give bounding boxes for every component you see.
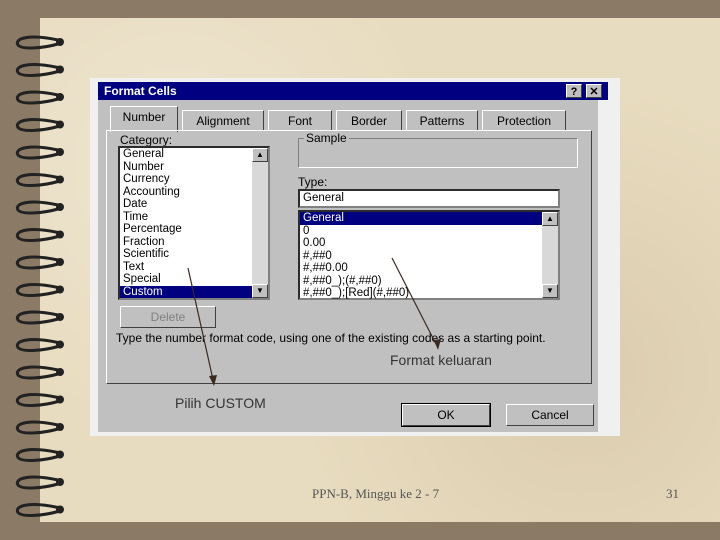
page-number: 31 xyxy=(666,486,679,501)
tab-patterns[interactable]: Patterns xyxy=(406,110,478,130)
category-item[interactable]: Accounting xyxy=(120,186,268,199)
spiral-ring xyxy=(15,475,64,490)
spiral-ring xyxy=(15,90,64,105)
tab-alignment[interactable]: Alignment xyxy=(182,110,264,130)
category-item[interactable]: Date xyxy=(120,198,268,211)
category-item[interactable]: Custom xyxy=(120,285,268,298)
spiral-binding xyxy=(15,35,64,517)
category-item[interactable]: Fraction xyxy=(120,236,268,249)
category-item[interactable]: Time xyxy=(120,211,268,224)
spiral-ring xyxy=(15,365,64,380)
dialog-titlebar: Format Cells ? ✕ xyxy=(98,82,608,100)
spiral-ring xyxy=(15,310,64,325)
ok-button[interactable]: OK xyxy=(401,403,491,427)
spiral-ring xyxy=(15,503,64,517)
category-item[interactable]: Number xyxy=(120,161,268,174)
category-item[interactable]: Scientific xyxy=(120,248,268,261)
cancel-button[interactable]: Cancel xyxy=(506,404,594,426)
spiral-ring xyxy=(15,338,64,352)
format-item[interactable]: General xyxy=(300,212,558,225)
spiral-ring xyxy=(15,393,64,407)
annotation-pilih-custom: Pilih CUSTOM xyxy=(175,395,266,411)
format-list[interactable]: General 0 0.00 #,##0 #,##0.00 #,##0_);(#,##0)… xyxy=(298,210,560,300)
annotation-format-keluaran: Format keluaran xyxy=(390,352,492,368)
tab-font[interactable]: Font xyxy=(268,110,332,130)
spiral-ring xyxy=(15,448,64,462)
category-label: Category: xyxy=(120,133,173,147)
format-item[interactable]: #,##0.00 xyxy=(300,262,558,275)
tab-border[interactable]: Border xyxy=(336,110,402,130)
format-item[interactable]: #,##0_);(#,##0) xyxy=(300,275,558,288)
scroll-down-icon[interactable]: ▼ xyxy=(542,284,558,298)
spiral-ring xyxy=(15,228,64,242)
scroll-up-icon[interactable]: ▲ xyxy=(542,212,558,226)
spiral-ring xyxy=(15,63,64,77)
spiral-ring xyxy=(15,255,64,270)
sample-label: Sample xyxy=(304,131,349,145)
footer-text: PPN-B, Minggu ke 2 - 7 xyxy=(312,486,440,501)
category-list[interactable]: General Number Currency Accounting Date Time P… xyxy=(118,146,270,300)
spiral-ring xyxy=(15,420,64,435)
spiral-ring xyxy=(15,118,64,132)
format-item[interactable]: 0 xyxy=(300,225,558,238)
format-item[interactable]: #,##0 xyxy=(300,250,558,263)
help-button[interactable]: ? xyxy=(566,84,582,98)
category-scrollbar[interactable]: ▲ ▼ xyxy=(252,148,268,298)
format-item[interactable]: 0.00 xyxy=(300,237,558,250)
close-button[interactable]: ✕ xyxy=(586,84,602,98)
format-cells-dialog: Number Alignment Font Border Patterns Protect… xyxy=(98,100,598,432)
type-input[interactable]: General xyxy=(298,189,560,208)
format-scrollbar[interactable]: ▲ ▼ xyxy=(542,212,558,298)
scroll-down-icon[interactable]: ▼ xyxy=(252,284,268,298)
spiral-ring xyxy=(15,173,64,187)
spiral-ring xyxy=(15,200,64,215)
spiral-ring xyxy=(15,35,64,50)
tab-protection[interactable]: Protection xyxy=(482,110,566,130)
format-item[interactable]: #,##0_);[Red](#,##0) xyxy=(300,287,558,300)
delete-button[interactable]: Delete xyxy=(120,306,216,328)
scroll-up-icon[interactable]: ▲ xyxy=(252,148,268,162)
category-item[interactable]: Percentage xyxy=(120,223,268,236)
spiral-ring xyxy=(15,283,64,297)
hint-text: Type the number format code, using one o… xyxy=(116,331,546,345)
spiral-ring xyxy=(15,145,64,160)
category-item[interactable]: General xyxy=(120,148,268,161)
tab-number[interactable]: Number xyxy=(110,106,178,132)
dialog-title: Format Cells xyxy=(104,84,177,98)
category-item[interactable]: Text xyxy=(120,261,268,274)
category-item[interactable]: Special xyxy=(120,273,268,286)
category-item[interactable]: Currency xyxy=(120,173,268,186)
type-label: Type: xyxy=(298,175,328,189)
